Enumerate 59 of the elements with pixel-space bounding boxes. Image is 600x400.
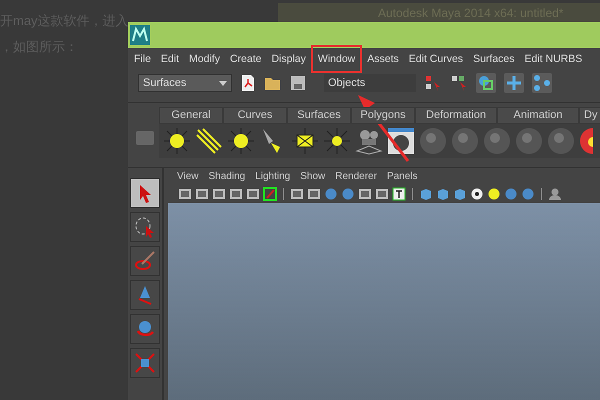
shelf-tab[interactable]: Curves [223,107,287,124]
menu-item[interactable]: Modify [184,53,225,65]
save-icon[interactable] [290,75,306,91]
panel-menu-item[interactable]: View [172,171,204,182]
move-tool-button[interactable] [130,280,160,310]
shelf-tab[interactable]: Animation [497,107,579,124]
area-light-icon[interactable] [291,127,319,155]
select-tool-button[interactable] [130,178,160,208]
directional-light-icon[interactable] [195,127,223,155]
caret-icon [219,80,227,86]
shelf-tab[interactable]: Surfaces [287,107,351,124]
select-by-component-icon[interactable] [476,73,496,93]
light-icon[interactable] [487,187,501,201]
menu-item[interactable]: Edit Curves [404,53,468,65]
cube-icon[interactable] [453,187,467,201]
brush-icon [134,250,156,272]
panel-menu-item[interactable]: Lighting [250,171,296,182]
menu-item[interactable]: Edit [156,53,184,65]
menu-item[interactable]: Edit NURBS [520,53,588,65]
selection-field[interactable]: Objects [324,74,416,92]
light-icon[interactable] [163,127,191,155]
menu-item[interactable]: File [129,53,156,65]
menu-item[interactable]: Surfaces [468,53,520,65]
text-icon[interactable] [392,187,406,201]
sphere-icon[interactable] [324,187,338,201]
menu-item[interactable]: Assets [362,53,404,65]
plus-icon[interactable] [504,73,524,93]
shelf-tab[interactable]: Deformation [415,107,497,124]
panel-menu-item[interactable]: Shading [204,171,250,182]
lasso-icon [134,216,156,238]
new-file-icon[interactable] [240,74,256,92]
person-icon[interactable] [548,187,562,201]
panel-menu-item[interactable]: Show [295,171,330,182]
scale-tool-button[interactable] [130,348,160,378]
cube-scale-icon [134,352,156,374]
ball-icon[interactable] [470,187,484,201]
shelf-tab[interactable]: Dy [579,107,600,124]
rotate-tool-button[interactable] [130,314,160,344]
panel-menu-item[interactable]: Panels [382,171,423,182]
app-logo-icon [130,25,150,45]
sphere-icon[interactable] [341,187,355,201]
menu-item[interactable]: Window [310,45,362,73]
sphere-icon[interactable] [521,187,535,201]
shelf-tab[interactable]: General [159,107,223,124]
folder-icon[interactable] [264,75,282,91]
menu-item[interactable]: Display [266,53,311,65]
paint-tool-button[interactable] [130,246,160,276]
menu-item[interactable]: Create [224,53,266,65]
lasso-tool-button[interactable] [130,212,160,242]
select-by-hierarchy-icon[interactable] [424,74,442,92]
cube-icon[interactable] [419,187,433,201]
menu-set-dropdown[interactable]: Surfaces [138,74,232,92]
shelf-tab[interactable]: Polygons [351,107,415,124]
select-by-object-icon[interactable] [450,74,468,92]
bracket-icon[interactable] [263,187,277,201]
panel-menu-item[interactable]: Renderer [330,171,382,182]
cube-icon[interactable] [436,187,450,201]
light-icon[interactable] [227,127,255,155]
light-icon[interactable] [323,127,351,155]
